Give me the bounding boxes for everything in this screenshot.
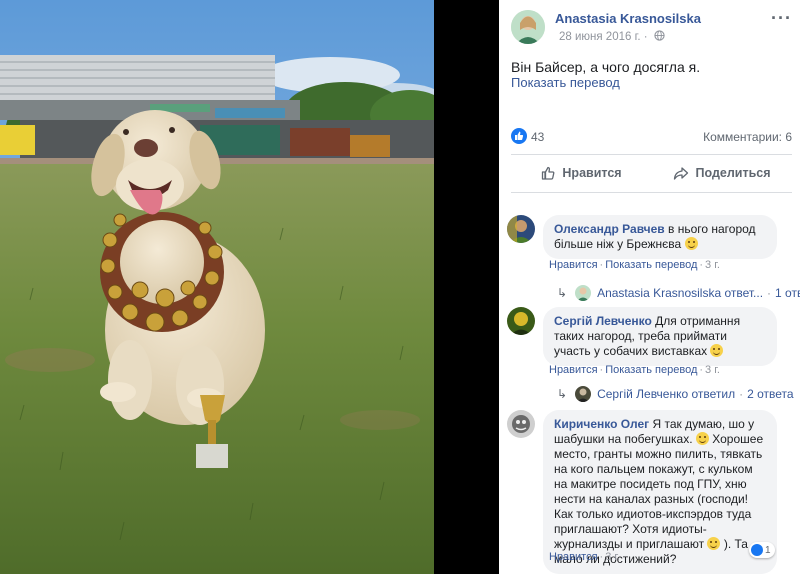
- comment: Сергій Левченко Для отримання таких наго…: [507, 307, 797, 407]
- comment-actions: Нравится · Показать перевод · 3 г.: [549, 259, 720, 271]
- commenter-avatar[interactable]: [507, 307, 535, 335]
- comment-time[interactable]: 3 г.: [605, 551, 620, 563]
- comment-translate-link[interactable]: Показать перевод: [605, 259, 697, 271]
- dog-photo-image: [0, 0, 434, 574]
- comments-section: Олександр Равчев в нього нагород більше …: [499, 200, 800, 574]
- post-stats: 43 Комментарии: 6: [511, 128, 792, 146]
- comments-count[interactable]: Комментарии: 6: [703, 130, 792, 144]
- translate-link[interactable]: Показать перевод: [511, 75, 620, 90]
- globe-icon: [654, 30, 665, 41]
- like-reaction-icon[interactable]: [511, 128, 527, 144]
- commenter-avatar[interactable]: [507, 410, 535, 438]
- commenter-avatar-image: [507, 307, 535, 335]
- separator-dot: ·: [699, 259, 704, 271]
- smile-emoji-icon: [684, 237, 698, 250]
- comment-actions: Нравится · 3 г.: [549, 551, 620, 563]
- reply-avatar-image: [575, 386, 592, 402]
- reply-avatar: [575, 386, 592, 402]
- reply-row[interactable]: ↳ Anastasia Krasnosilska ответ... · 1 от…: [557, 285, 800, 301]
- comment-like-link[interactable]: Нравится: [549, 551, 598, 563]
- like-reaction-icon: [751, 544, 763, 556]
- post-text: Він Байсер, а чого досягла я.: [511, 59, 701, 75]
- smile-emoji-icon: [707, 537, 721, 550]
- post-header: Anastasia Krasnosilska 28 июня 2016 г. ·…: [511, 8, 800, 48]
- post-panel: Anastasia Krasnosilska 28 июня 2016 г. ·…: [499, 0, 800, 574]
- separator-dot: ·: [699, 364, 704, 376]
- smile-emoji-icon: [710, 344, 724, 357]
- comment-actions: Нравится · Показать перевод · 3 г.: [549, 364, 720, 376]
- comment: Кириченко Олег Я так думаю, шо у шабушки…: [507, 410, 797, 574]
- share-button[interactable]: Поделиться: [652, 158, 792, 188]
- like-button[interactable]: Нравится: [511, 158, 651, 188]
- comment-like-link[interactable]: Нравится: [549, 364, 598, 376]
- reply-avatar: [575, 285, 592, 301]
- reply-author[interactable]: Сергій Левченко ответил: [597, 387, 735, 401]
- comment: Олександр Равчев в нього нагород більше …: [507, 215, 800, 315]
- post-actions: Нравится Поделиться: [511, 158, 792, 188]
- author-avatar-image: [511, 10, 545, 44]
- divider: [511, 192, 792, 193]
- comment-author[interactable]: Олександр Равчев: [554, 222, 665, 236]
- reply-author[interactable]: Anastasia Krasnosilska ответ...: [597, 286, 763, 300]
- comment-bubble: Олександр Равчев в нього нагород більше …: [543, 215, 777, 259]
- post-photo[interactable]: [0, 0, 434, 574]
- comment-time[interactable]: 3 г.: [705, 259, 720, 271]
- reply-arrow-icon: ↳: [557, 286, 568, 300]
- post-date[interactable]: 28 июня 2016 г.: [559, 31, 641, 43]
- reply-count[interactable]: 1 ответ: [775, 286, 800, 300]
- comment-bubble: Сергій Левченко Для отримання таких наго…: [543, 307, 777, 366]
- likes-count[interactable]: 43: [531, 130, 544, 144]
- separator-dot: ·: [739, 387, 744, 401]
- comment-bubble: Кириченко Олег Я так думаю, шо у шабушки…: [543, 410, 777, 574]
- comment-text-continued: Хорошее место, гранты можно пилить, тявк…: [554, 432, 764, 551]
- reaction-count: 1: [765, 544, 771, 556]
- reply-count[interactable]: 2 ответа: [747, 387, 793, 401]
- share-button-label: Поделиться: [695, 166, 771, 180]
- commenter-avatar-image: [507, 410, 535, 438]
- share-arrow-icon: [674, 167, 689, 180]
- separator-dot: ·: [767, 286, 772, 300]
- reply-avatar-image: [575, 285, 592, 301]
- thumbs-up-icon: [515, 131, 524, 140]
- meta-separator: ·: [643, 31, 648, 43]
- smile-emoji-icon: [695, 432, 709, 445]
- comment-translate-link[interactable]: Показать перевод: [605, 364, 697, 376]
- comment-reaction-chip[interactable]: 1: [749, 542, 775, 558]
- divider: [511, 154, 792, 155]
- more-dots-icon[interactable]: ···: [771, 9, 792, 27]
- author-name[interactable]: Anastasia Krasnosilska: [555, 11, 701, 26]
- thumbs-up-outline-icon: [542, 166, 555, 180]
- post-meta: 28 июня 2016 г. ·: [559, 30, 665, 43]
- comment-author[interactable]: Кириченко Олег: [554, 417, 649, 431]
- comment-author[interactable]: Сергій Левченко: [554, 314, 652, 328]
- like-button-label: Нравится: [562, 166, 622, 180]
- reply-arrow-icon: ↳: [557, 387, 568, 401]
- comment-time[interactable]: 3 г.: [705, 364, 720, 376]
- commenter-avatar[interactable]: [507, 215, 535, 243]
- author-avatar[interactable]: [511, 10, 545, 44]
- reply-row[interactable]: ↳ Сергій Левченко ответил · 2 ответа: [557, 386, 794, 402]
- commenter-avatar-image: [507, 215, 535, 243]
- comment-like-link[interactable]: Нравится: [549, 259, 598, 271]
